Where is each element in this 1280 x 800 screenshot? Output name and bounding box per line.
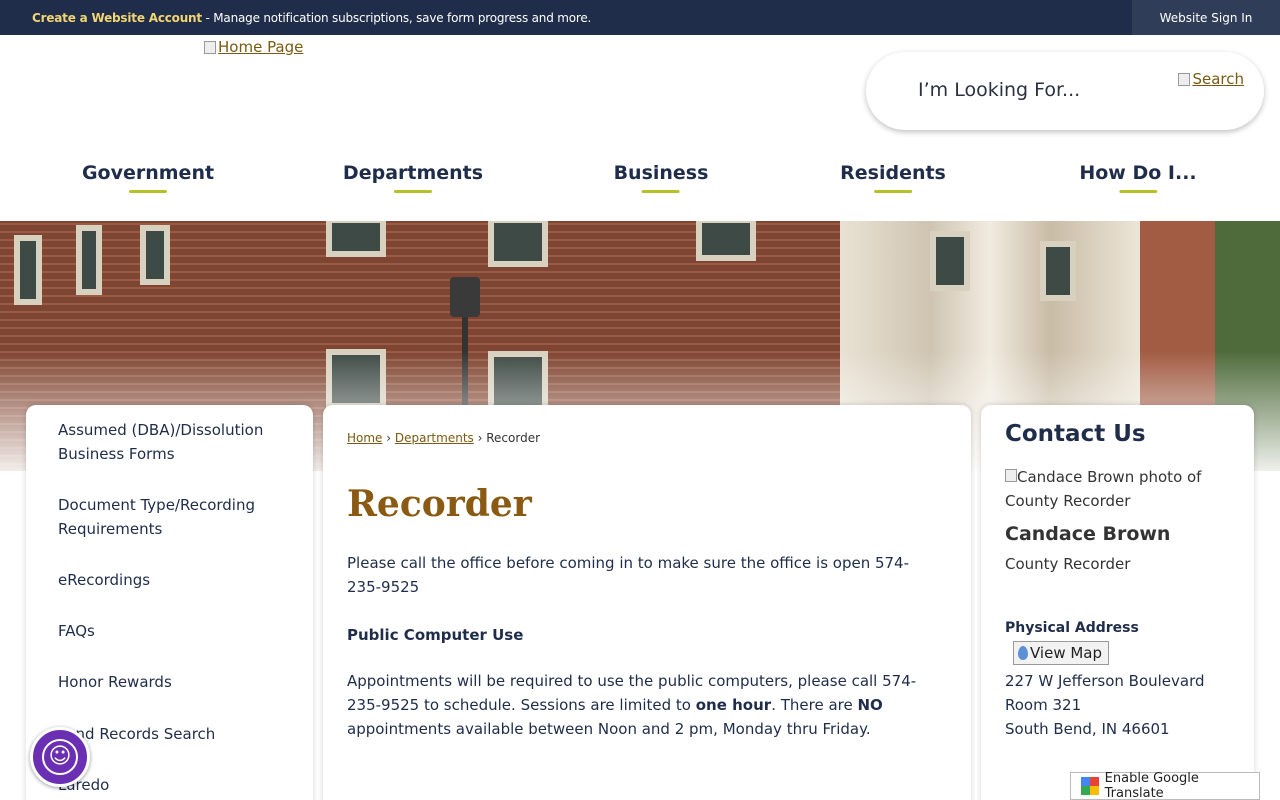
sidebar-item-document-requirements[interactable]: Document Type/Recording Requirements [58,493,278,541]
breadcrumb-separator: › [477,431,483,445]
breadcrumb-departments[interactable]: Departments [395,431,474,445]
sidebar-item-laredo[interactable]: Laredo [58,773,278,797]
accessibility-icon: ☺ [42,739,78,775]
main-nav: Government Departments Business Resident… [0,162,1280,202]
breadcrumb: Home › Departments › Recorder [347,431,540,445]
view-map-button[interactable]: View Map [1013,641,1110,665]
hero-window [140,225,170,285]
hero-window [76,225,102,295]
google-icon [1081,777,1099,795]
sidebar-item-faqs[interactable]: FAQs [58,619,278,643]
search-button-label: Search [1192,70,1244,88]
address-line-1: 227 W Jefferson Boulevard [1005,672,1205,690]
map-pin-icon [1018,646,1028,660]
appointment-text: . There are [771,696,858,714]
account-banner: Create a Website Account - Manage notifi… [32,11,591,25]
main-content: Home › Departments › Recorder Recorder P… [323,405,971,800]
translate-label: Enable Google Translate [1104,771,1199,800]
search-box: I’m Looking For... Search [866,52,1264,130]
contact-photo-alt: Candace Brown photo of County Recorder [1005,468,1202,510]
breadcrumb-home[interactable]: Home [347,431,382,445]
nav-residents[interactable]: Residents [840,162,946,193]
home-logo-link[interactable]: Home Page [204,38,303,56]
contact-photo: Candace Brown photo of County Recorder [1005,465,1225,513]
hero-window [326,221,386,257]
appointment-emphasis: one hour [695,696,772,714]
section-heading: Public Computer Use [347,626,524,644]
office-notice: Please call the office before coming in … [347,554,910,596]
hero-window [930,231,970,291]
hero-window [14,235,42,305]
address-label: Physical Address [1005,620,1139,636]
appointment-notice: Appointments will be required to use the… [347,669,937,741]
page-title: Recorder [347,483,532,525]
sidebar-item-honor-rewards[interactable]: Honor Rewards [58,670,278,694]
broken-image-icon [204,40,216,54]
search-icon [1178,72,1191,86]
sidebar-item-dba-forms[interactable]: Assumed (DBA)/Dissolution Business Forms [58,418,278,466]
search-button[interactable]: Search [1178,70,1244,88]
sign-in-button[interactable]: Website Sign In [1132,0,1280,35]
contact-role: County Recorder [1005,555,1131,573]
contact-card: Contact Us Candace Brown photo of County… [981,405,1254,800]
view-map-label: View Map [1030,644,1103,662]
hero-window [488,221,548,267]
home-link-text: Home Page [218,38,304,56]
accessibility-button[interactable]: ☺ [30,727,90,787]
breadcrumb-current: Recorder [486,431,541,445]
nav-departments[interactable]: Departments [343,162,483,193]
appointment-text: appointments available between Noon and … [347,720,871,738]
create-account-link[interactable]: Create a Website Account [32,11,202,25]
nav-government[interactable]: Government [82,162,214,193]
nav-business[interactable]: Business [614,162,709,193]
address-line-3: South Bend, IN 46601 [1005,720,1170,738]
nav-how-do-i[interactable]: How Do I... [1079,162,1196,193]
top-bar: Create a Website Account - Manage notifi… [0,0,1280,35]
breadcrumb-separator: › [386,431,392,445]
address-line-2: Room 321 [1005,696,1082,714]
appointment-emphasis: NO [857,696,883,714]
broken-image-icon [1005,469,1017,482]
contact-name: Candace Brown [1005,523,1171,545]
hero-window [1040,241,1076,301]
account-banner-text: - Manage notification subscriptions, sav… [201,10,592,25]
search-input[interactable]: I’m Looking For... [918,79,1080,101]
contact-title: Contact Us [1005,421,1146,447]
hero-lamp [450,277,480,317]
google-translate-button[interactable]: Enable Google Translate [1070,771,1260,800]
sidebar-item-land-records[interactable]: Land Records Search [58,722,278,746]
sidebar-item-erecordings[interactable]: eRecordings [58,568,278,592]
hero-window [696,221,756,261]
